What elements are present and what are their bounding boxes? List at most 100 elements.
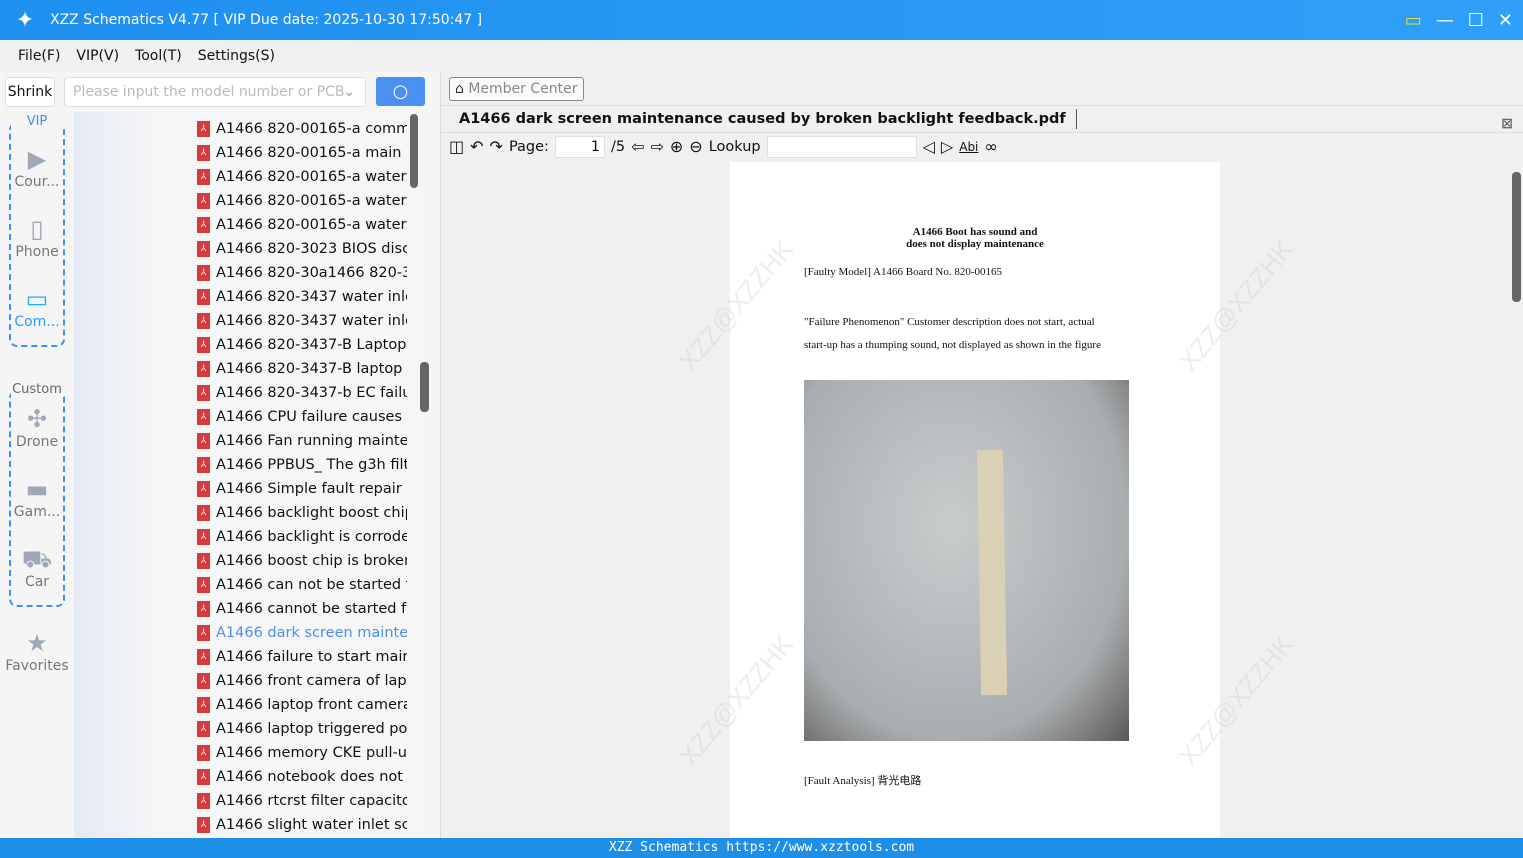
member-center-label: Member Center	[468, 81, 578, 97]
file-list-item[interactable]: ⅄ A1466 laptop front camera c	[197, 693, 407, 717]
menu-settings[interactable]: Settings(S)	[198, 48, 275, 64]
document-area[interactable]: A1466 Boot has sound and does not display…	[441, 160, 1523, 838]
file-list-item[interactable]: ⅄ A1466 laptop triggered pow	[197, 717, 407, 741]
zoom-in-icon[interactable]: ⊕	[670, 137, 683, 156]
rotate-left-icon[interactable]: ↶	[470, 137, 483, 156]
home-icon: ⌂	[455, 81, 464, 97]
file-name: A1466 820-00165-a main po	[216, 145, 407, 161]
search-button[interactable]: ○	[376, 77, 425, 106]
match-case-icon[interactable]: Abi	[959, 140, 978, 154]
file-list-item[interactable]: ⅄ A1466 820-00165-a main po	[197, 141, 407, 165]
file-list-item[interactable]: ⅄ A1466 rtcrst filter capacitor is	[197, 789, 407, 813]
sidebar-item-computer[interactable]: ▭ Com...	[0, 284, 74, 330]
pdf-icon: ⅄	[197, 457, 210, 473]
lookup-input[interactable]	[766, 135, 917, 158]
file-list-item[interactable]: ⅄ A1466 820-00165-a water inl	[197, 189, 407, 213]
pdf-icon: ⅄	[197, 817, 210, 833]
file-name: A1466 820-3437-B laptop dc	[216, 361, 407, 377]
pdf-icon: ⅄	[197, 337, 210, 353]
file-name: A1466 PPBUS_ The g3h filter	[216, 457, 407, 473]
file-list-item[interactable]: ⅄ A1466 820-00165-a water ing	[197, 165, 407, 189]
find-prev-icon[interactable]: ◁	[923, 137, 935, 156]
menu-vip[interactable]: VIP(V)	[76, 48, 119, 64]
file-list-item[interactable]: ⅄ A1466 820-00165-a common	[197, 117, 407, 141]
pdf-icon: ⅄	[197, 217, 210, 233]
file-list-item[interactable]: ⅄ A1466 front camera of laptop	[197, 669, 407, 693]
pdf-icon: ⅄	[197, 673, 210, 689]
pdf-icon: ⅄	[197, 793, 210, 809]
label: Drone	[15, 434, 59, 450]
play-icon: ▶	[27, 145, 47, 173]
member-center-button[interactable]: ⌂ Member Center	[449, 77, 584, 101]
sidebar-item-car[interactable]: ⛟ Car	[0, 544, 74, 590]
doc-paragraph: start-up has a thumping sound, not displ…	[804, 339, 1101, 351]
file-list-item[interactable]: ⅄ A1466 backlight is corroded	[197, 525, 407, 549]
file-list-item[interactable]: ⅄ A1466 dark screen maintena	[197, 621, 407, 645]
pdf-icon: ⅄	[197, 385, 210, 401]
search-input[interactable]: Please input the model number or PCB ⌄	[64, 77, 366, 107]
binoculars-icon[interactable]: ∞	[984, 137, 997, 156]
file-list-item[interactable]: ⅄ A1466 PPBUS_ The g3h filter	[197, 453, 407, 477]
file-name: A1466 laptop triggered pow	[216, 721, 407, 737]
chevron-down-icon[interactable]: ⌄	[343, 78, 355, 106]
file-name: A1466 820-00165-a water inl	[216, 193, 407, 209]
laptop-icon: ▭	[25, 285, 49, 313]
file-name: A1466 820-3437 water inlet c	[216, 313, 407, 329]
file-list-item[interactable]: ⅄ A1466 820-3437-B laptop dc	[197, 357, 407, 381]
sidebar-item-drone[interactable]: ✣ Drone	[0, 404, 74, 450]
file-list-item[interactable]: ⅄ A1466 can not be started for	[197, 573, 407, 597]
pdf-icon: ⅄	[197, 121, 210, 137]
sidebar-item-favorites[interactable]: ★ Favorites	[0, 628, 74, 674]
file-list-item[interactable]: ⅄ A1466 820-30a1466 820-343	[197, 261, 407, 285]
file-list-item[interactable]: ⅄ A1466 backlight boost chip i	[197, 501, 407, 525]
prev-page-icon[interactable]: ⇦	[631, 137, 644, 156]
pdf-icon: ⅄	[197, 769, 210, 785]
rotate-right-icon[interactable]: ↷	[490, 137, 503, 156]
shrink-button[interactable]: Shrink	[5, 77, 55, 107]
pdf-icon: ⅄	[197, 145, 210, 161]
file-list-item[interactable]: ⅄ A1466 820-3023 BIOS discon	[197, 237, 407, 261]
menu-tool[interactable]: Tool(T)	[135, 48, 182, 64]
pdf-icon: ⅄	[197, 241, 210, 257]
file-name: A1466 can not be started for	[216, 577, 407, 593]
pdf-icon: ⅄	[197, 649, 210, 665]
minimize-button[interactable]: —	[1436, 10, 1454, 31]
sidebar-item-game[interactable]: ▬ Gam...	[0, 474, 74, 520]
file-list-item[interactable]: ⅄ A1466 memory CKE pull-up r	[197, 741, 407, 765]
file-name: A1466 820-00165-a water ing	[216, 169, 407, 185]
sidebar-item-courses[interactable]: ▶ Cour...	[0, 144, 74, 190]
scrollbar-thumb[interactable]	[410, 114, 418, 188]
find-next-icon[interactable]: ▷	[941, 137, 953, 156]
page-input[interactable]: 1	[554, 135, 605, 158]
file-list-item[interactable]: ⅄ A1466 820-3437-b EC failure	[197, 381, 407, 405]
file-list-item[interactable]: ⅄ A1466 Simple fault repair by	[197, 477, 407, 501]
next-page-icon[interactable]: ⇨	[650, 137, 663, 156]
file-list-item[interactable]: ⅄ A1466 820-3437 water inlet c	[197, 309, 407, 333]
maximize-button[interactable]: ☐	[1468, 10, 1484, 31]
pdf-icon: ⅄	[197, 553, 210, 569]
close-button[interactable]: ✕	[1498, 10, 1513, 31]
file-list-item[interactable]: ⅄ A1466 failure to start mainte	[197, 645, 407, 669]
menu-file[interactable]: File(F)	[18, 48, 60, 64]
file-list-item[interactable]: ⅄ A1466 820-3437-B Laptop dc	[197, 333, 407, 357]
board-photo	[804, 380, 1129, 741]
briefcase-icon[interactable]: ▭	[1405, 10, 1422, 31]
file-list-item[interactable]: ⅄ A1466 820-3437 water inlet b	[197, 285, 407, 309]
file-name: A1466 820-00165-a common	[216, 121, 407, 137]
pdf-icon: ⅄	[197, 361, 210, 377]
panel-scrollbar-thumb[interactable]	[420, 362, 429, 412]
file-list-item[interactable]: ⅄ A1466 slight water inlet scree	[197, 813, 407, 837]
file-list-item[interactable]: ⅄ A1466 Fan running maintena	[197, 429, 407, 453]
file-list-item[interactable]: ⅄ A1466 notebook does not tri	[197, 765, 407, 789]
two-page-icon[interactable]: ◫	[449, 137, 464, 156]
phone-icon: ▯	[30, 215, 44, 243]
file-list-item[interactable]: ⅄ A1466 820-00165-a water inl	[197, 213, 407, 237]
document-tab[interactable]: A1466 dark screen maintenance caused by …	[441, 105, 1523, 133]
sidebar-item-phone[interactable]: ▯ Phone	[0, 214, 74, 260]
file-list-item[interactable]: ⅄ A1466 CPU failure causes no	[197, 405, 407, 429]
file-list-scrollbar[interactable]	[408, 112, 420, 838]
file-list-item[interactable]: ⅄ A1466 cannot be started for	[197, 597, 407, 621]
file-list-item[interactable]: ⅄ A1466 boost chip is broken,	[197, 549, 407, 573]
zoom-out-icon[interactable]: ⊖	[689, 137, 702, 156]
document-scrollbar[interactable]	[1512, 172, 1521, 302]
